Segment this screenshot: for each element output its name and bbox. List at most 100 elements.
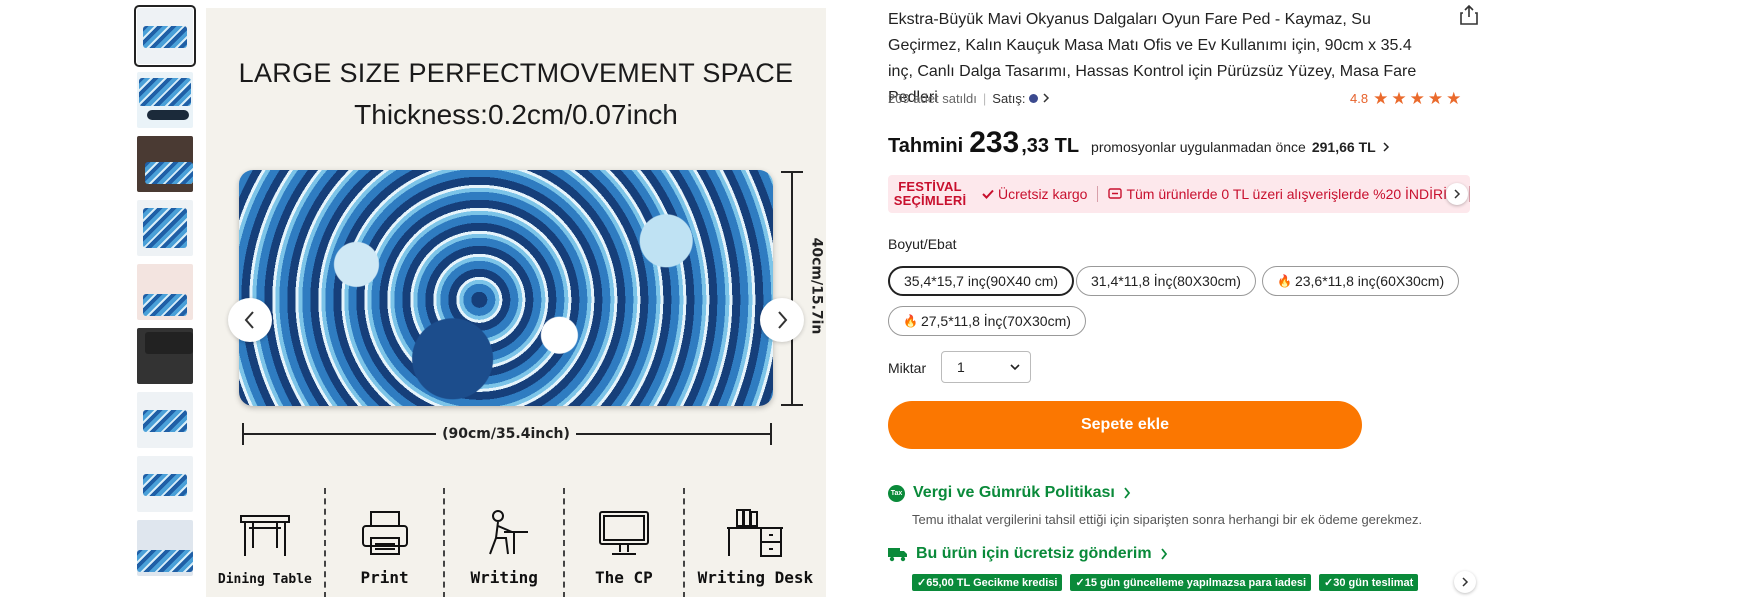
star-icon: ★ (1373, 89, 1389, 108)
mouse-pad-image (239, 170, 773, 406)
size-option-label: 35,4*15,7 inç(90X40 cm) (904, 273, 1059, 289)
thumbnail-8[interactable] (137, 456, 193, 512)
discount-text: Tüm ürünlerde 0 TL üzeri alışverişlerde … (1126, 186, 1459, 202)
thumbnail-7[interactable] (137, 392, 193, 448)
sold-count: 209 adet satıldı (888, 91, 977, 106)
discount-promo: Tüm ürünlerde 0 TL üzeri alışverişlerde … (1098, 186, 1470, 202)
chevron-right-icon (1383, 142, 1389, 152)
height-cap-top (781, 171, 803, 173)
use-label: Print (360, 568, 409, 587)
fire-icon: 🔥 (1277, 274, 1292, 288)
image-heading: LARGE SIZE PERFECTMOVEMENT SPACE (238, 58, 794, 88)
shipping-badges: ✓65,00 TL Gecikme kredisi ✓15 gün güncel… (912, 574, 1446, 591)
quantity-label: Miktar (888, 360, 927, 376)
star-icon: ★ (1409, 89, 1425, 108)
free-shipping-link[interactable]: Bu ürün için ücretsiz gönderim (916, 545, 1152, 563)
free-shipping-text: Ücretsiz kargo (998, 186, 1088, 202)
use-writing: Writing (445, 488, 566, 597)
width-label: (90cm/35.4inch) (436, 426, 576, 442)
shipping-badge: ✓15 gün güncelleme yapılmazsa para iades… (1070, 574, 1312, 591)
dining-table-icon (239, 515, 290, 556)
height-dimension-line (791, 171, 793, 405)
chevron-right-icon (1043, 93, 1049, 103)
use-label: Writing Desk (697, 568, 814, 587)
rating-value: 4.8 (1350, 91, 1369, 106)
width-label-wrap: (90cm/35.4inch) (206, 426, 806, 442)
price-estimated-label: Tahmini (888, 135, 964, 157)
fire-icon: 🔥 (903, 314, 918, 328)
height-cap-bottom (781, 404, 803, 406)
shipping-badge: ✓65,00 TL Gecikme kredisi (912, 574, 1063, 591)
festival-label: FESTİVAL SEÇİMLERİ (893, 179, 967, 208)
star-icon: ★ (1427, 89, 1444, 108)
check-icon (982, 189, 994, 199)
price-decimal: ,33 TL (1021, 135, 1080, 157)
thumbnail-1[interactable] (134, 5, 196, 67)
share-icon[interactable] (1458, 4, 1480, 26)
use-writing-desk: Writing Desk (685, 488, 826, 597)
original-price[interactable]: 291,66 TL (1312, 139, 1376, 155)
add-to-cart-button[interactable]: Sepete ekle (888, 401, 1362, 449)
promo-next-button[interactable] (1446, 183, 1468, 205)
size-option-60x30[interactable]: 🔥 23,6*11,8 inç(60X30cm) (1262, 266, 1460, 296)
writing-person-icon (489, 510, 529, 555)
badges-next-button[interactable] (1454, 571, 1476, 593)
use-computer: The CP (565, 488, 685, 597)
chevron-down-icon (1010, 364, 1020, 371)
thumbnail-6[interactable] (137, 328, 193, 384)
tax-badge-icon: Tax (888, 484, 905, 502)
thumbnail-2[interactable] (137, 72, 193, 128)
thumbnail-9[interactable] (137, 520, 193, 576)
shipping-badge: ✓30 gün teslimat (1319, 574, 1419, 591)
free-shipping-promo: Ücretsiz kargo (972, 186, 1099, 202)
main-product-image: LARGE SIZE PERFECTMOVEMENT SPACE Thickne… (206, 8, 826, 597)
thumbnail-4[interactable] (137, 200, 193, 256)
chevron-right-icon (1124, 487, 1131, 499)
free-shipping-row[interactable]: Bu ürün için ücretsiz gönderim (888, 545, 1168, 563)
truck-icon (888, 548, 907, 562)
size-option-label: 31,4*11,8 İnç(80X30cm) (1091, 273, 1241, 289)
promo-banner[interactable]: FESTİVAL SEÇİMLERİ Ücretsiz kargo Tüm ür… (888, 175, 1470, 213)
image-thickness: Thickness:0.2cm/0.07inch (354, 99, 678, 130)
star-icon: ★ (1391, 89, 1407, 108)
tax-policy-link[interactable]: Vergi ve Gümrük Politikası (913, 484, 1115, 502)
star-icon: ★ (1446, 89, 1462, 108)
thumbnail-3[interactable] (137, 136, 193, 192)
use-label: Writing (470, 568, 538, 587)
quantity-value: 1 (957, 359, 965, 375)
chevron-right-icon (1462, 577, 1469, 587)
seller-label: Satış: (992, 91, 1026, 106)
size-option-80x30[interactable]: 31,4*11,8 İnç(80X30cm) (1076, 266, 1256, 296)
usage-scenarios: Dining Table Print Writing The CP Writin… (206, 488, 826, 597)
thumbnail-5[interactable] (137, 264, 193, 320)
chevron-right-icon (778, 311, 788, 329)
product-meta: 209 adet satıldı | Satış: (888, 91, 1050, 106)
quantity-select[interactable]: 1 (941, 351, 1031, 383)
size-option-70x30[interactable]: 🔥 27,5*11,8 İnç(70X30cm) (888, 306, 1086, 336)
coupon-icon (1108, 188, 1123, 199)
thumbnail-list (134, 5, 196, 584)
computer-monitor-icon (598, 511, 649, 555)
size-option-label: 23,6*11,8 inç(60X30cm) (1294, 273, 1445, 289)
tax-policy-row[interactable]: Tax Vergi ve Gümrük Politikası (888, 484, 1131, 502)
chevron-left-icon (244, 311, 254, 329)
size-option-label: 27,5*11,8 İnç(70X30cm) (920, 313, 1071, 329)
price-row: Tahmini 233 ,33 TL promosyonlar uygulanm… (888, 126, 1390, 160)
seller-logo-icon (1029, 94, 1039, 103)
use-label: The CP (595, 568, 653, 587)
price-note: promosyonlar uygulanmadan önce (1091, 139, 1306, 155)
use-dining-table: Dining Table (206, 488, 326, 597)
writing-desk-icon (727, 509, 784, 557)
use-label: Dining Table (217, 572, 312, 587)
size-option-90x40[interactable]: 35,4*15,7 inç(90X40 cm) (888, 266, 1075, 296)
height-label: 40cm/15.7in (808, 235, 825, 337)
seller-link[interactable]: Satış: (992, 91, 1050, 106)
previous-image-button[interactable] (228, 298, 272, 342)
tax-description: Temu ithalat vergilerini tahsil ettiği i… (912, 512, 1423, 527)
rating[interactable]: 4.8 ★ ★ ★ ★ ★ (1350, 90, 1461, 107)
meta-divider: | (982, 91, 987, 106)
price-whole: 233 (969, 126, 1020, 159)
next-image-button[interactable] (760, 298, 804, 342)
printer-icon (361, 511, 408, 555)
chevron-right-icon (1454, 189, 1461, 199)
